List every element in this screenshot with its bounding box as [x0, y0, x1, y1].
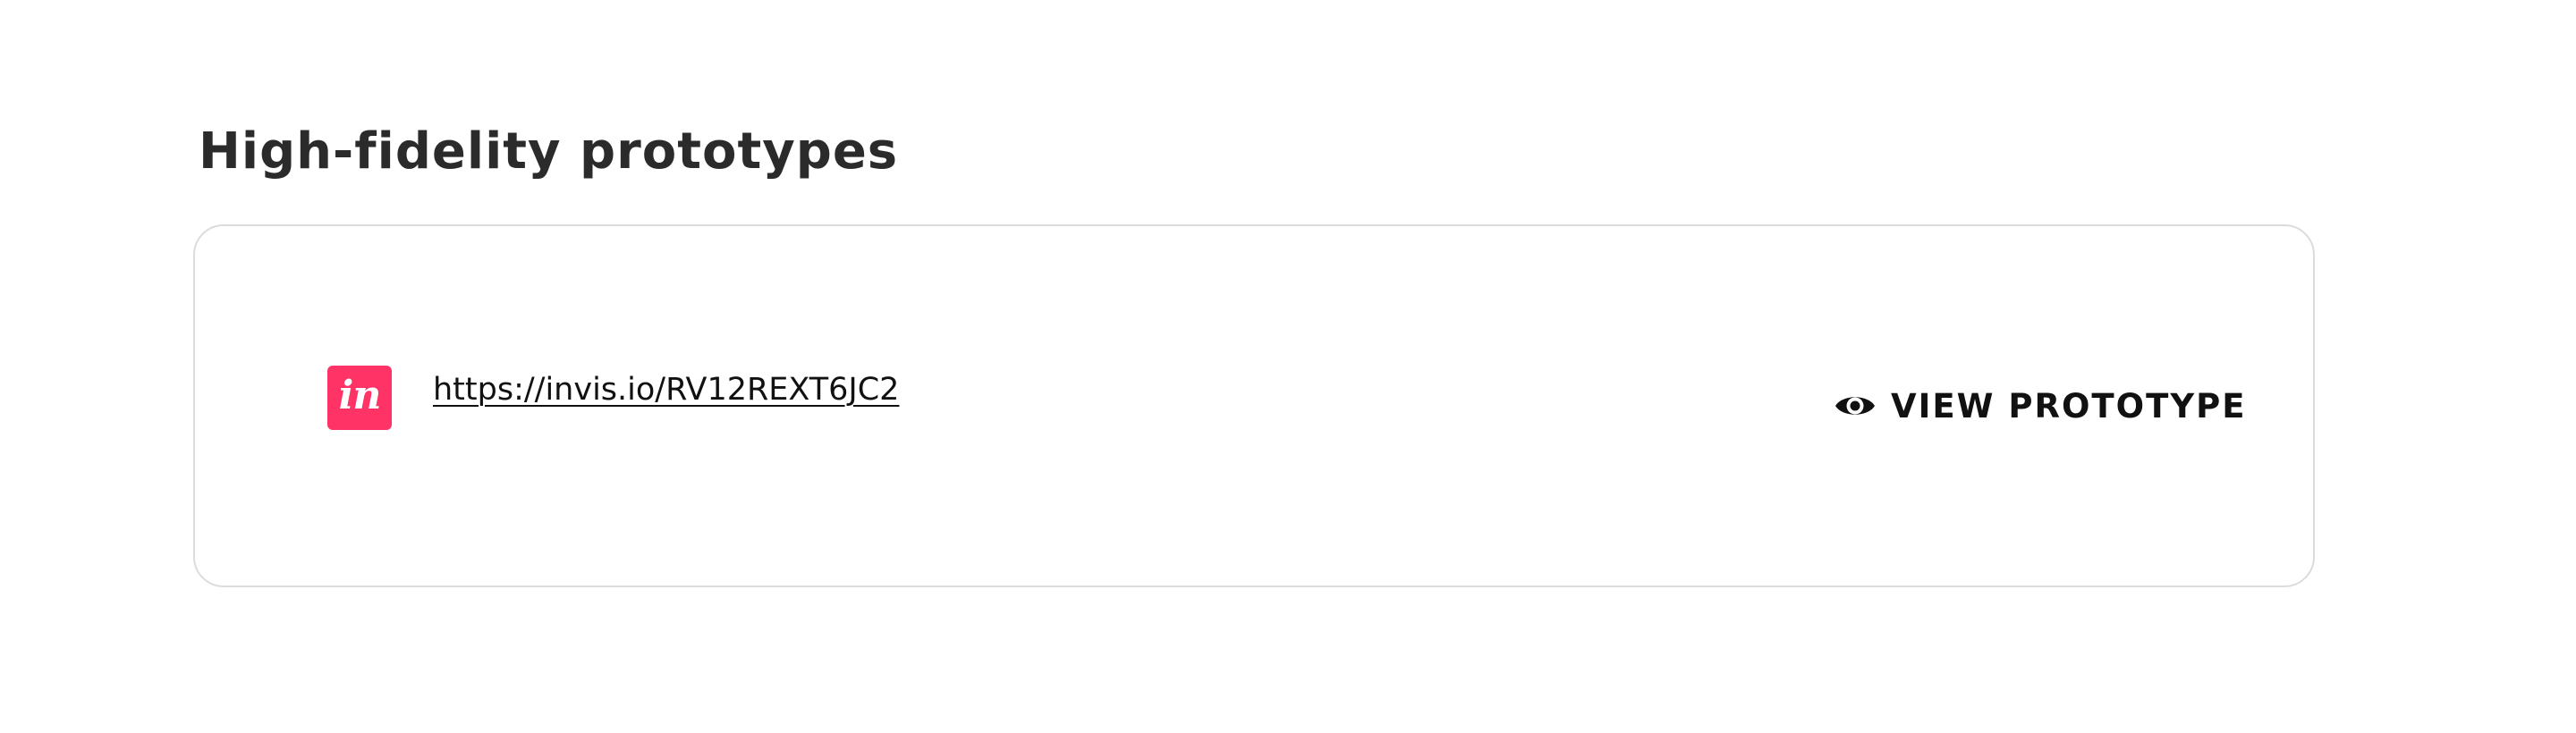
view-prototype-button[interactable]: VIEW PROTOTYPE: [1834, 383, 2247, 429]
eye-icon: [1835, 397, 1875, 415]
invision-logo: in: [327, 366, 392, 430]
prototype-link[interactable]: https://invis.io/RV12REXT6JC2: [433, 368, 899, 411]
invision-logo-text: in: [338, 373, 382, 418]
view-prototype-label: VIEW PROTOTYPE: [1891, 386, 2247, 425]
section-title: High-fidelity prototypes: [199, 122, 899, 181]
